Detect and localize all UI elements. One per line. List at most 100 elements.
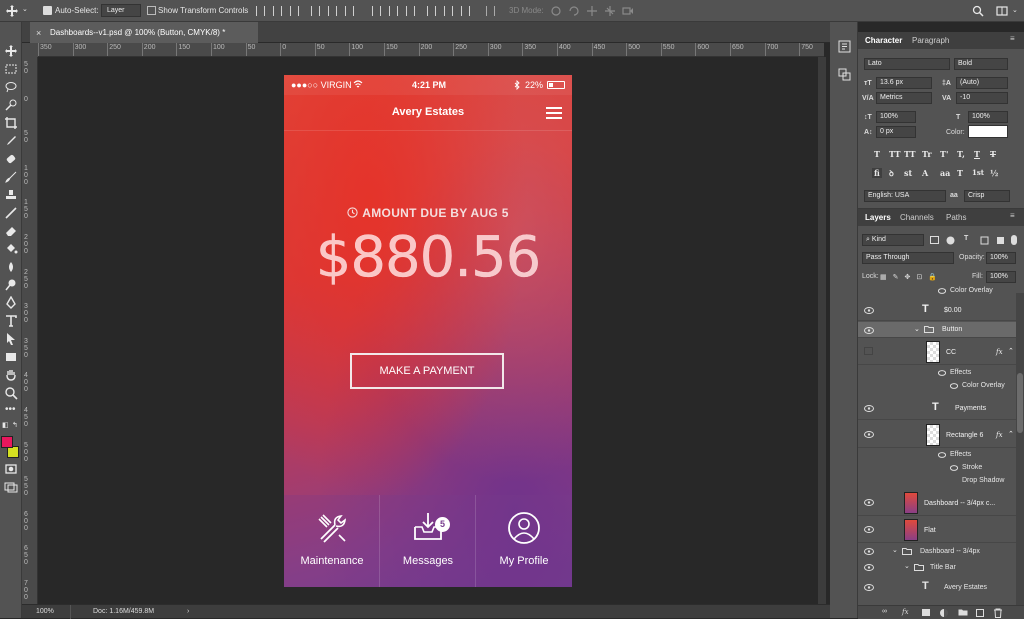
- align-top-icon[interactable]: [256, 6, 265, 16]
- new-adjustment-icon[interactable]: [940, 609, 948, 617]
- distribute-left-icon[interactable]: [427, 6, 436, 16]
- swash-button[interactable]: st: [904, 168, 912, 178]
- layer-rectangle-6[interactable]: Rectangle 6 fx ⌃: [858, 422, 1016, 448]
- layer-group-title-bar[interactable]: ⌄ Title Bar: [858, 563, 1016, 573]
- faux-bold-button[interactable]: T: [874, 149, 880, 159]
- chevron-down-icon[interactable]: ⌄: [914, 325, 920, 333]
- visibility-eye-icon[interactable]: [864, 405, 874, 412]
- layer-effect-color-overlay-2[interactable]: Color Overlay: [858, 382, 1016, 392]
- tab-maintenance[interactable]: Maintenance: [284, 495, 380, 587]
- make-payment-button[interactable]: MAKE A PAYMENT: [350, 353, 504, 389]
- layer-group-dashboard[interactable]: ⌄ Dashboard -- 3/4px: [858, 547, 1016, 557]
- tab-my-profile[interactable]: My Profile: [476, 495, 572, 587]
- add-mask-icon[interactable]: [922, 609, 930, 616]
- opacity-field[interactable]: 100%: [986, 252, 1016, 264]
- 3d-slide-icon[interactable]: [604, 5, 616, 17]
- visibility-eye-icon[interactable]: [864, 584, 874, 591]
- properties-panel-icon[interactable]: [838, 68, 851, 81]
- vertical-ruler[interactable]: 5 0 0 5 0 1 0 0 1 5 0 2 0 0 2 5 0 3 0 0 3 5 0 4 0…: [22, 57, 38, 604]
- phone-artboard[interactable]: ●●●○○ VIRGIN 4:21 PM 22% Avery Estates A…: [284, 75, 572, 587]
- chevron-down-icon[interactable]: ⌄: [904, 562, 910, 570]
- type-tool-icon[interactable]: [4, 314, 18, 328]
- tab-paragraph[interactable]: Paragraph: [912, 36, 949, 45]
- align-right-icon[interactable]: [345, 6, 354, 16]
- superscript-button[interactable]: T': [940, 149, 948, 159]
- ligatures-button[interactable]: fi: [872, 168, 882, 178]
- history-brush-tool-icon[interactable]: [4, 206, 18, 220]
- clone-stamp-tool-icon[interactable]: [4, 188, 18, 202]
- discretionary-ligatures-button[interactable]: ꝺ: [889, 168, 894, 179]
- layer-payments[interactable]: T Payments: [858, 396, 1016, 420]
- eyedropper-tool-icon[interactable]: [4, 134, 18, 148]
- fill-field[interactable]: 100%: [986, 271, 1016, 283]
- fractions-button[interactable]: ½: [990, 168, 998, 178]
- quick-select-tool-icon[interactable]: [4, 98, 18, 112]
- hidden-visibility-box[interactable]: [864, 347, 873, 355]
- default-colors-icon[interactable]: ◧: [2, 421, 9, 429]
- distribute-bottom-icon[interactable]: [406, 6, 415, 16]
- visibility-eye-icon[interactable]: [950, 465, 958, 471]
- filter-pixel-icon[interactable]: [930, 236, 939, 244]
- layer-effect-stroke[interactable]: Stroke: [858, 464, 1016, 474]
- chevron-up-icon[interactable]: ⌃: [1008, 347, 1014, 355]
- layer-text-zero[interactable]: T $0.00: [858, 299, 1016, 321]
- layer-cc[interactable]: CC fx ⌃: [858, 339, 1016, 365]
- healing-brush-tool-icon[interactable]: [4, 152, 18, 166]
- tab-messages[interactable]: Messages: [380, 495, 476, 587]
- auto-align-icon[interactable]: [486, 6, 495, 16]
- visibility-eye-icon[interactable]: [950, 383, 958, 389]
- eraser-tool-icon[interactable]: [4, 224, 18, 238]
- layer-dashboard-copy[interactable]: Dashboard -- 3/4px c...: [858, 490, 1016, 516]
- rectangle-tool-icon[interactable]: [4, 350, 18, 364]
- tab-paths[interactable]: Paths: [946, 213, 966, 222]
- layers-menu-icon[interactable]: ≡: [1010, 211, 1015, 220]
- layer-effects-1[interactable]: Effects: [858, 369, 1016, 379]
- swap-colors-icon[interactable]: ↰: [12, 421, 18, 429]
- visibility-eye-icon[interactable]: [938, 288, 946, 294]
- align-left-icon[interactable]: [311, 6, 320, 16]
- text-color-swatch[interactable]: [968, 125, 1008, 138]
- paint-bucket-tool-icon[interactable]: [4, 242, 18, 256]
- ordinals-button-t[interactable]: T: [957, 168, 963, 178]
- quick-mask-icon[interactable]: [4, 462, 18, 476]
- chevron-up-icon[interactable]: ⌃: [1008, 430, 1014, 438]
- layers-scroll-thumb[interactable]: [1017, 373, 1023, 433]
- panel-menu-icon[interactable]: ≡: [1010, 34, 1015, 43]
- trash-icon[interactable]: [994, 608, 1002, 618]
- tab-character[interactable]: Character: [865, 36, 902, 45]
- kerning-field[interactable]: Metrics: [876, 92, 932, 104]
- document-tab[interactable]: × Dashboards--v1.psd @ 100% (Button, CMY…: [30, 22, 258, 43]
- more-tools-icon[interactable]: •••: [5, 404, 16, 415]
- underline-button[interactable]: T: [974, 149, 980, 159]
- titling-alternates-button[interactable]: aa: [940, 168, 950, 178]
- blur-tool-icon[interactable]: [4, 260, 18, 274]
- strikethrough-button[interactable]: T: [990, 149, 996, 159]
- visibility-eye-icon[interactable]: [864, 564, 874, 571]
- layer-avery-estates[interactable]: T Avery Estates: [858, 580, 1016, 593]
- tracking-field[interactable]: -10: [956, 92, 1008, 104]
- new-layer-icon[interactable]: [976, 609, 984, 617]
- hand-tool-icon[interactable]: [4, 368, 18, 382]
- path-selection-tool-icon[interactable]: [4, 332, 18, 346]
- font-family-dropdown[interactable]: Lato: [864, 58, 950, 70]
- auto-select-dropdown[interactable]: Layer: [101, 4, 141, 17]
- layer-effect-drop-shadow[interactable]: Drop Shadow: [858, 477, 1016, 487]
- 3d-pan-icon[interactable]: [586, 5, 598, 17]
- search-icon[interactable]: [972, 5, 984, 17]
- horizontal-scale-field[interactable]: 100%: [968, 111, 1008, 123]
- close-tab-icon[interactable]: ×: [36, 28, 41, 38]
- history-panel-icon[interactable]: [838, 40, 851, 53]
- move-tool-icon[interactable]: [6, 5, 18, 17]
- pen-tool-icon[interactable]: [4, 296, 18, 310]
- tab-channels[interactable]: Channels: [900, 213, 934, 222]
- align-bottom-icon[interactable]: [290, 6, 299, 16]
- language-dropdown[interactable]: English: USA: [864, 190, 946, 202]
- horizontal-ruler[interactable]: 350 300 250 200 150 100 50 0 50 100 150 200 250 300 35…: [38, 43, 824, 57]
- distribute-hcenter-icon[interactable]: [444, 6, 453, 16]
- show-transform-checkbox[interactable]: [147, 6, 156, 15]
- visibility-eye-icon[interactable]: [864, 526, 874, 533]
- align-hcenter-icon[interactable]: [328, 6, 337, 16]
- link-layers-icon[interactable]: ∞: [882, 608, 887, 615]
- 3d-rotate-icon[interactable]: [550, 5, 562, 17]
- foreground-color-swatch[interactable]: [1, 436, 13, 448]
